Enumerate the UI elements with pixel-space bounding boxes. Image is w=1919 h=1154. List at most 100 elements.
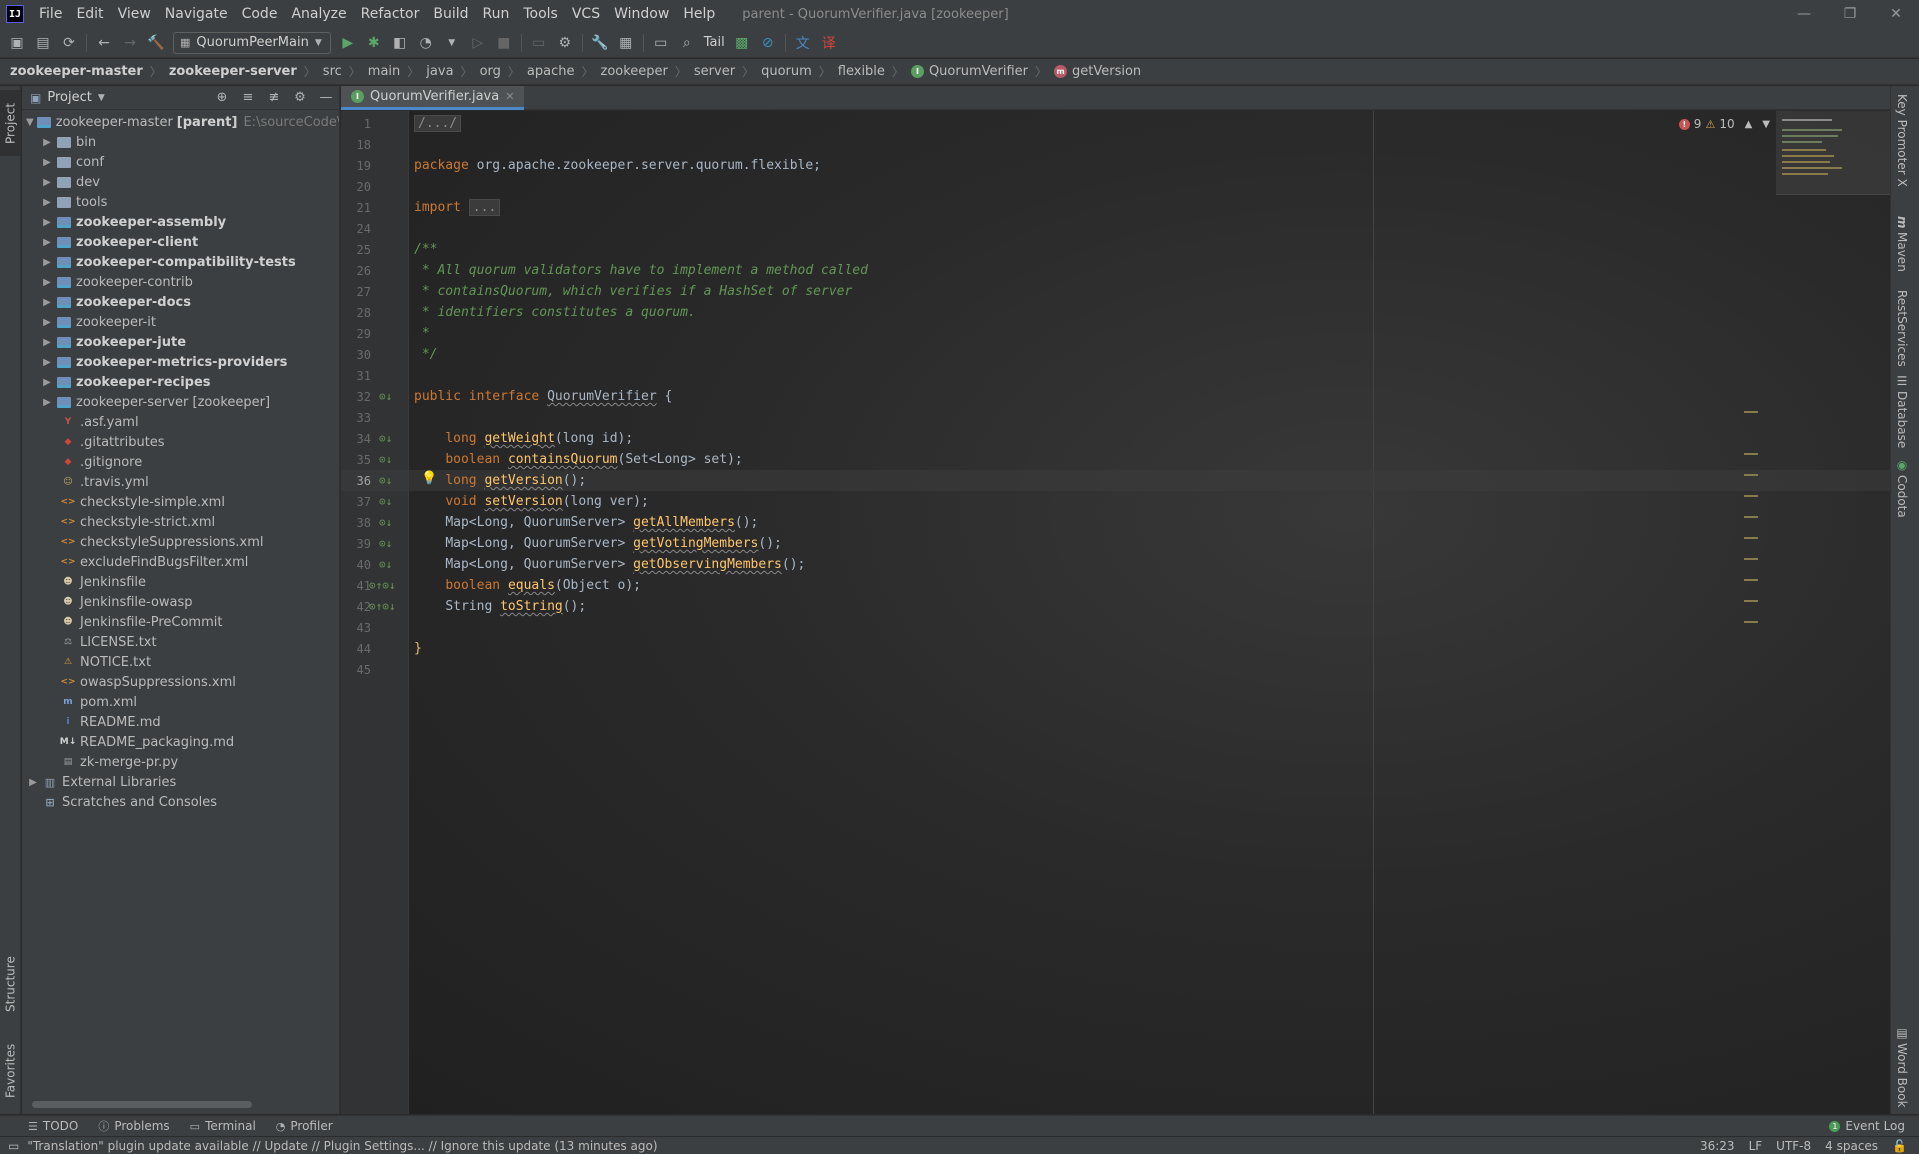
chevron-right-icon[interactable]: ▶	[40, 237, 54, 248]
tree-file[interactable]: m pom.xml	[22, 692, 339, 712]
translate-replace-icon[interactable]: 译	[817, 31, 841, 55]
more-run-icon[interactable]: ▼	[440, 31, 464, 55]
search-everywhere-icon[interactable]: ⚙	[553, 31, 577, 55]
build-hammer-icon[interactable]: 🔨	[144, 31, 168, 55]
collapse-all-icon[interactable]: ≢	[261, 90, 287, 105]
implemented-by-icon[interactable]: ⊙↓	[379, 474, 407, 487]
caret-position[interactable]: 36:23	[1700, 1139, 1735, 1153]
menu-build[interactable]: Build	[426, 0, 475, 28]
tree-scratches[interactable]: ⊞ Scratches and Consoles	[22, 792, 339, 812]
breadcrumb-item[interactable]: src	[323, 64, 342, 79]
error-stripe-mark[interactable]	[1744, 411, 1758, 413]
folded-region[interactable]: /.../	[414, 115, 462, 132]
tree-file[interactable]: ☻ Jenkinsfile-PreCommit	[22, 612, 339, 632]
tree-file[interactable]: ⚠ NOTICE.txt	[22, 652, 339, 672]
error-stripe-mark[interactable]	[1744, 600, 1758, 602]
project-horizontal-scrollbar[interactable]	[32, 1101, 252, 1108]
breadcrumb-item[interactable]: flexible	[838, 64, 885, 79]
save-all-icon[interactable]: ▣	[5, 31, 29, 55]
menu-window[interactable]: Window	[607, 0, 676, 28]
profile-icon[interactable]: ◔	[414, 31, 438, 55]
menu-tools[interactable]: Tools	[516, 0, 565, 28]
tree-external-libraries[interactable]: ▶ ▥ External Libraries	[22, 772, 339, 792]
tree-file[interactable]: <> excludeFindBugsFilter.xml	[22, 552, 339, 572]
tree-item[interactable]: ▶ conf	[22, 152, 339, 172]
tree-file[interactable]: ☻ Jenkinsfile	[22, 572, 339, 592]
key-promoter-tool-tab[interactable]: Key Promoter X	[1895, 94, 1909, 187]
breadcrumb-item[interactable]: zookeeper-master	[10, 64, 143, 79]
attach-icon[interactable]: ▭	[527, 31, 551, 55]
error-stripe-mark[interactable]	[1744, 453, 1758, 455]
tree-file[interactable]: i README.md	[22, 712, 339, 732]
tree-file[interactable]: ◆ .gitignore	[22, 452, 339, 472]
chevron-right-icon[interactable]: ▶	[40, 277, 54, 288]
breadcrumb-item[interactable]: server	[694, 64, 735, 79]
tree-file[interactable]: ☺ .travis.yml	[22, 472, 339, 492]
chevron-right-icon[interactable]: ▶	[40, 297, 54, 308]
chevron-right-icon[interactable]: ▶	[40, 317, 54, 328]
settings-wrench-icon[interactable]: 🔧	[588, 31, 612, 55]
menu-help[interactable]: Help	[676, 0, 722, 28]
tree-item[interactable]: ▶ zookeeper-client	[22, 232, 339, 252]
codota-icon[interactable]: ⊘	[756, 31, 780, 55]
tree-file[interactable]: ☻ Jenkinsfile-owasp	[22, 592, 339, 612]
tree-item[interactable]: ▶ tools	[22, 192, 339, 212]
database-tool-tab[interactable]: ☰ Database	[1895, 374, 1909, 448]
translate-icon[interactable]: 文	[791, 31, 815, 55]
hide-icon[interactable]: —	[313, 90, 339, 105]
chevron-right-icon[interactable]: ▶	[40, 397, 54, 408]
todo-tool-button[interactable]: ☰ TODO	[28, 1119, 78, 1133]
chevron-down-icon[interactable]: ▼	[98, 93, 105, 103]
error-stripe-mark[interactable]	[1744, 516, 1758, 518]
event-log-button[interactable]: 1 Event Log	[1829, 1119, 1905, 1133]
terminal-tool-button[interactable]: ▭ Terminal	[190, 1119, 256, 1133]
chevron-right-icon[interactable]: ▶	[26, 777, 40, 788]
menu-code[interactable]: Code	[235, 0, 285, 28]
error-stripe-mark[interactable]	[1744, 558, 1758, 560]
word-book-tool-tab[interactable]: ▤ Word Book	[1895, 1026, 1909, 1108]
chevron-down-icon[interactable]: ▼	[1762, 119, 1770, 130]
breadcrumb-item[interactable]: org	[480, 64, 501, 79]
tree-item[interactable]: ▶ zookeeper-jute	[22, 332, 339, 352]
rest-services-tool-tab[interactable]: RestServices	[1895, 290, 1909, 367]
lock-icon[interactable]: 🔓	[1892, 1139, 1907, 1153]
tree-file[interactable]: <> checkstyle-strict.xml	[22, 512, 339, 532]
chevron-down-icon[interactable]: ▼	[26, 117, 34, 128]
chevron-right-icon[interactable]: ▶	[40, 177, 54, 188]
implemented-by-icon[interactable]: ⊙↓	[379, 453, 407, 466]
run-icon[interactable]: ▶	[336, 31, 360, 55]
breadcrumb-item[interactable]: zookeeper-server	[169, 64, 297, 79]
indent-setting[interactable]: 4 spaces	[1825, 1139, 1878, 1153]
menu-run[interactable]: Run	[476, 0, 517, 28]
tail-button[interactable]: Tail	[704, 35, 725, 50]
project-tool-tab[interactable]: Project	[0, 90, 21, 156]
chevron-right-icon[interactable]: ▶	[40, 357, 54, 368]
breadcrumb-item[interactable]: getVersion	[1072, 64, 1141, 79]
overrides-icon[interactable]: ⊙↑⊙↓	[369, 579, 397, 592]
tree-item[interactable]: ▶ zookeeper-metrics-providers	[22, 352, 339, 372]
breadcrumb-item[interactable]: QuorumVerifier	[929, 64, 1028, 79]
breadcrumb-item[interactable]: zookeeper	[601, 64, 668, 79]
expand-all-icon[interactable]: ≡	[235, 90, 261, 105]
chevron-right-icon[interactable]: ▶	[40, 137, 54, 148]
codota-tool-tab[interactable]: ◉ Codota	[1895, 458, 1909, 518]
tree-item[interactable]: ▶ zookeeper-contrib	[22, 272, 339, 292]
chevron-right-icon[interactable]: ▶	[40, 217, 54, 228]
error-stripe-mark[interactable]	[1744, 474, 1758, 476]
code-minimap[interactable]	[1776, 111, 1890, 195]
rerun-icon[interactable]: ▷	[466, 31, 490, 55]
project-structure-icon[interactable]: ▦	[614, 31, 638, 55]
breadcrumb-item[interactable]: main	[368, 64, 400, 79]
close-icon[interactable]: ✕	[1873, 0, 1919, 28]
tree-file[interactable]: <> owaspSuppressions.xml	[22, 672, 339, 692]
tree-file[interactable]: ◆ .gitattributes	[22, 432, 339, 452]
sync-icon[interactable]: ⟳	[57, 31, 81, 55]
back-icon[interactable]: ←	[92, 31, 116, 55]
favorites-tool-tab[interactable]: Favorites	[0, 1034, 21, 1108]
tree-file[interactable]: M↓ README_packaging.md	[22, 732, 339, 752]
forward-icon[interactable]: →	[118, 31, 142, 55]
stop-icon[interactable]: ■	[492, 31, 516, 55]
activity-monitor-icon[interactable]: ▩	[730, 31, 754, 55]
error-stripe-mark[interactable]	[1744, 537, 1758, 539]
folded-imports[interactable]: ...	[468, 199, 501, 216]
